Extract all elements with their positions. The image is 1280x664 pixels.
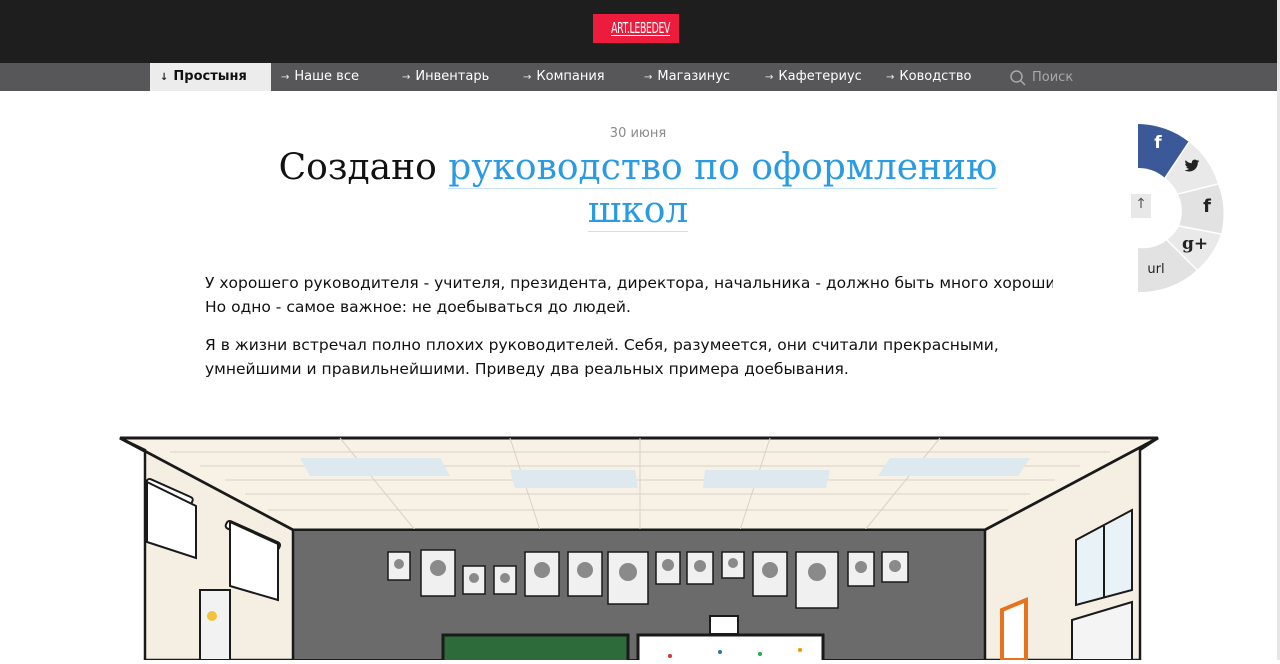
article-paragraph-2: Я в жизни встречал полно плохих руководи… bbox=[205, 336, 999, 378]
google-plus-icon[interactable]: g+ bbox=[1182, 234, 1208, 254]
title-link[interactable]: руководство по оформлению школ bbox=[448, 147, 998, 232]
arrow-right-icon: → bbox=[886, 72, 895, 83]
twitter-icon[interactable] bbox=[1182, 158, 1202, 177]
search-icon bbox=[1010, 70, 1026, 86]
paragraph-line: У хорошего руководителя - учителя, прези… bbox=[205, 274, 1053, 292]
share-wheel: f f g+ url ↑ bbox=[1130, 122, 1230, 294]
facebook-icon[interactable]: f bbox=[1148, 133, 1168, 153]
nav-item-label: Кафетериус bbox=[778, 69, 862, 84]
nav-item-label: Компания bbox=[536, 69, 605, 84]
article-paragraph-1: У хорошего руководителя - учителя, прези… bbox=[205, 271, 1053, 319]
title-plain-text: Создано bbox=[278, 147, 449, 188]
nav-item-kovodstvo[interactable]: → Ководство bbox=[876, 63, 997, 91]
nav-item-label: Простыня bbox=[173, 69, 247, 84]
twitter-bird-icon bbox=[1184, 159, 1200, 172]
nav-item-label: Ководство bbox=[899, 69, 972, 84]
nav-item-inventar[interactable]: → Инвентарь bbox=[392, 63, 513, 91]
nav-item-label: Магазинус bbox=[657, 69, 731, 84]
classroom-drawing bbox=[119, 436, 1159, 664]
arrow-right-icon: → bbox=[765, 72, 774, 83]
nav-item-prostynya[interactable]: ↓ Простыня bbox=[150, 63, 271, 91]
nav-item-label: Наше все bbox=[294, 69, 359, 84]
facebook-icon[interactable]: f bbox=[1198, 196, 1216, 217]
arrow-right-icon: → bbox=[281, 72, 290, 83]
site-logo[interactable]: ART.LEBEDEV bbox=[593, 14, 679, 43]
search-input[interactable] bbox=[1032, 67, 1142, 87]
arrow-down-icon: ↓ bbox=[160, 72, 169, 83]
nav-item-magazinus[interactable]: → Магазинус bbox=[634, 63, 755, 91]
arrow-right-icon: → bbox=[402, 72, 411, 83]
arrow-right-icon: → bbox=[644, 72, 653, 83]
article-title: Создано руководство по оформлению школ bbox=[276, 146, 1000, 232]
top-bar: ART.LEBEDEV bbox=[0, 0, 1280, 63]
arrow-right-icon: → bbox=[523, 72, 532, 83]
nav-item-label: Инвентарь bbox=[415, 69, 490, 84]
nav-item-kafeterius[interactable]: → Кафетериус bbox=[755, 63, 876, 91]
article-date: 30 июня bbox=[609, 126, 667, 141]
nav-item-kompaniya[interactable]: → Компания bbox=[513, 63, 634, 91]
url-button[interactable]: url bbox=[1144, 262, 1168, 277]
nav-item-nashe-vse[interactable]: → Наше все bbox=[271, 63, 392, 91]
paragraph-line: Но одно - самое важное: не доебываться д… bbox=[205, 298, 631, 316]
search-box[interactable] bbox=[1008, 63, 1158, 91]
classroom-illustration bbox=[110, 430, 1170, 664]
scroll-up-button[interactable]: ↑ bbox=[1131, 194, 1151, 218]
